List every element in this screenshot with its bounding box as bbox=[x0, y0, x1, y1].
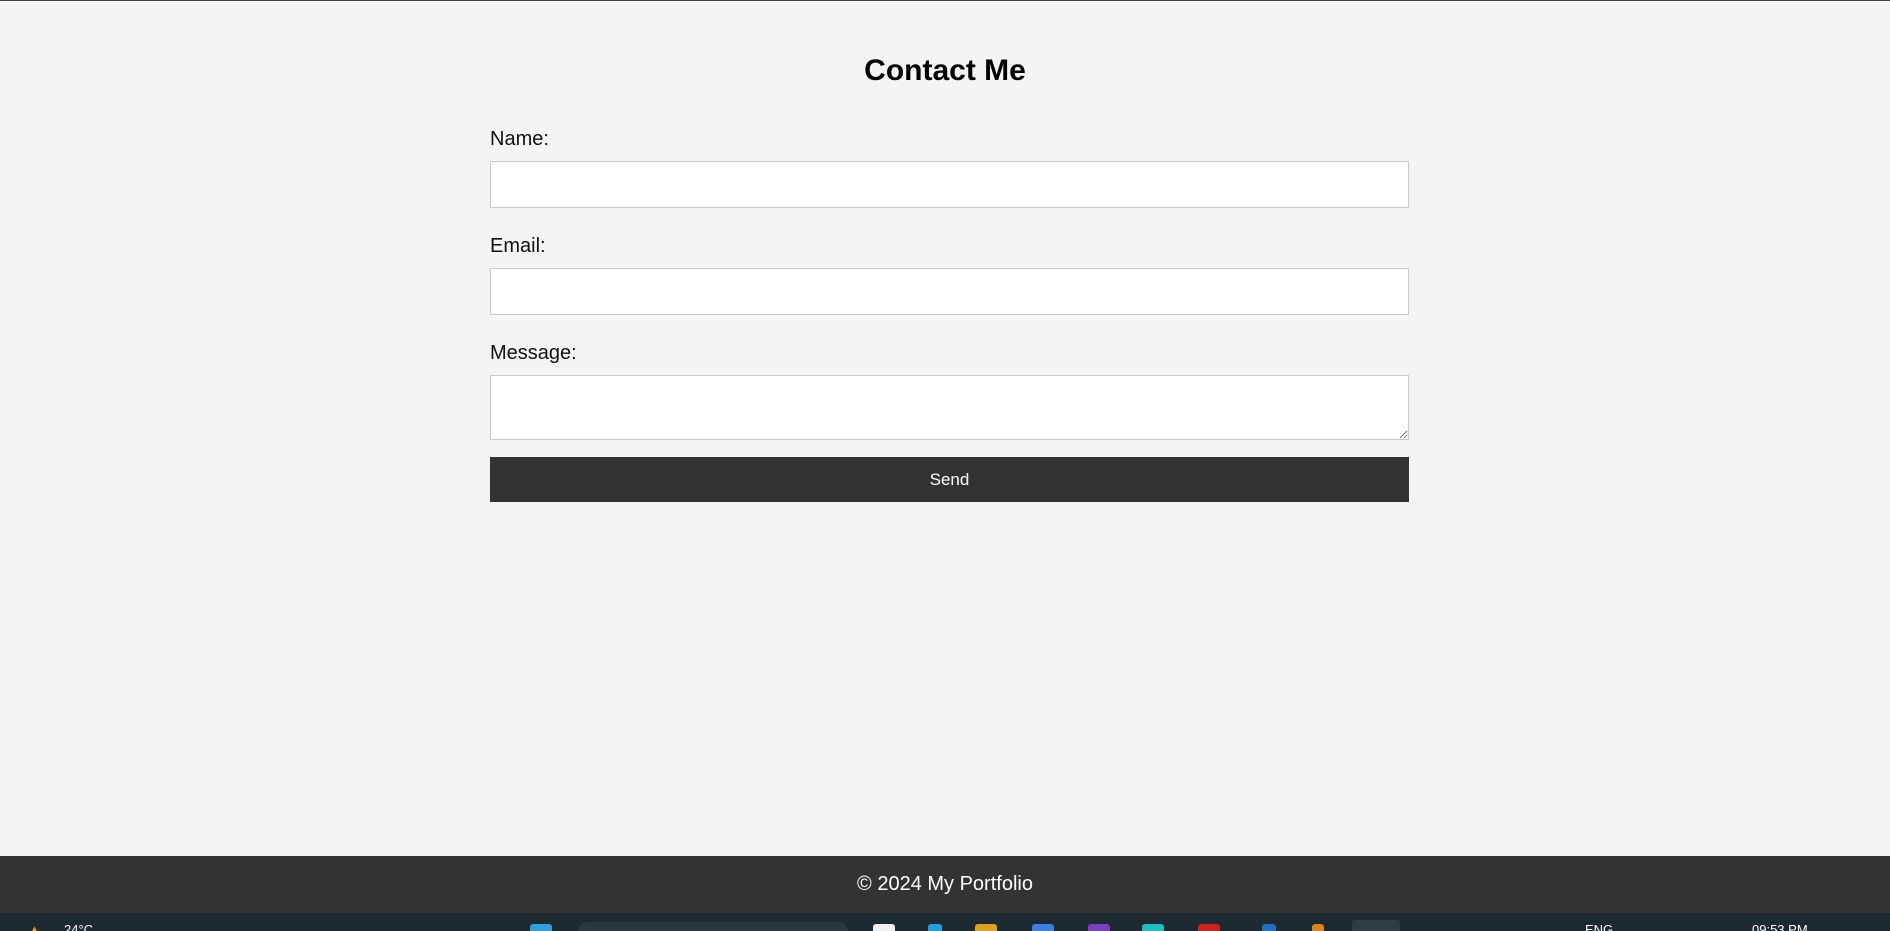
name-label: Name: bbox=[490, 128, 549, 150]
search-box[interactable] bbox=[578, 922, 848, 931]
active-app-icon[interactable] bbox=[1352, 920, 1400, 931]
browser-icon[interactable] bbox=[1032, 924, 1054, 931]
app-store-icon[interactable] bbox=[928, 924, 942, 931]
message-field[interactable] bbox=[490, 375, 1409, 440]
weather-icon[interactable]: ▲ bbox=[28, 922, 41, 931]
app-orange-icon[interactable] bbox=[1312, 924, 1324, 931]
app-teal-icon[interactable] bbox=[1142, 924, 1164, 931]
contact-page: Contact Me Name: Email: Message: Send © … bbox=[0, 0, 1890, 931]
footer-text: © 2024 My Portfolio bbox=[857, 873, 1033, 895]
footer: © 2024 My Portfolio bbox=[0, 856, 1890, 913]
email-label: Email: bbox=[490, 235, 546, 257]
app-red-icon[interactable] bbox=[1198, 924, 1220, 931]
start-icon[interactable] bbox=[530, 924, 552, 931]
email-field[interactable] bbox=[490, 268, 1409, 315]
top-border bbox=[0, 0, 1890, 1]
temperature-text: 24°C bbox=[64, 922, 94, 931]
app-purple-icon[interactable] bbox=[1088, 924, 1110, 931]
name-field[interactable] bbox=[490, 161, 1409, 208]
app-blue-icon[interactable] bbox=[1262, 924, 1276, 931]
page-title: Contact Me bbox=[864, 54, 1026, 87]
message-label: Message: bbox=[490, 342, 577, 364]
language-indicator[interactable]: ENG bbox=[1585, 922, 1613, 931]
clock[interactable]: 09:53 PM bbox=[1752, 922, 1808, 931]
folder-icon[interactable] bbox=[975, 924, 997, 931]
windows-taskbar: ▲ 24°C ENG 09:53 PM bbox=[0, 913, 1890, 931]
send-button[interactable]: Send bbox=[490, 457, 1409, 502]
contact-form: Name: Email: Message: Send bbox=[490, 127, 1409, 502]
app-file-icon[interactable] bbox=[873, 924, 895, 931]
